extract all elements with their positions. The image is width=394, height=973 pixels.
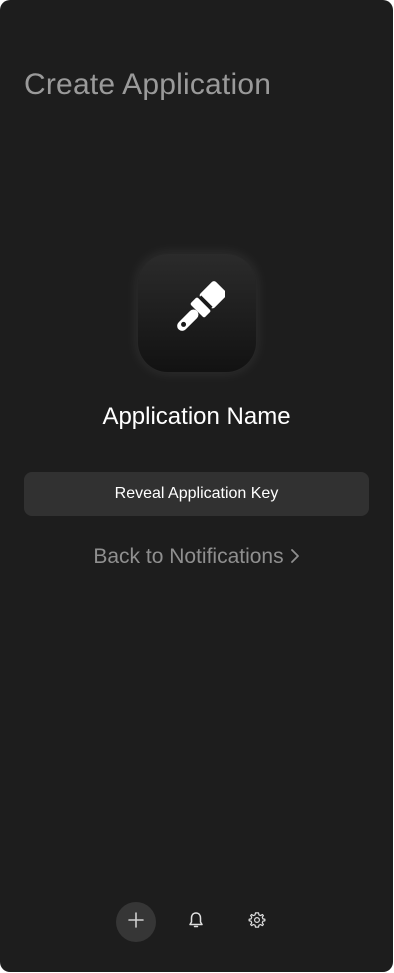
- bell-icon: [188, 911, 204, 934]
- back-link-label: Back to Notifications: [93, 545, 284, 568]
- application-name: Application Name: [102, 403, 291, 430]
- gear-icon: [248, 911, 266, 934]
- settings-button[interactable]: [237, 902, 277, 942]
- reveal-application-key-button[interactable]: Reveal Application Key: [24, 472, 369, 516]
- back-to-notifications-link[interactable]: Back to Notifications: [0, 545, 393, 569]
- app-window: Create Application Application Name Reve…: [0, 0, 393, 972]
- chevron-right-icon: [290, 545, 300, 569]
- page-title: Create Application: [24, 68, 272, 101]
- plus-icon: [128, 911, 144, 933]
- add-button[interactable]: [116, 902, 156, 942]
- paintbrush-icon: [169, 280, 227, 346]
- application-icon-tile: [138, 254, 256, 372]
- bottom-nav-bar: [0, 902, 393, 942]
- notifications-button[interactable]: [176, 902, 216, 942]
